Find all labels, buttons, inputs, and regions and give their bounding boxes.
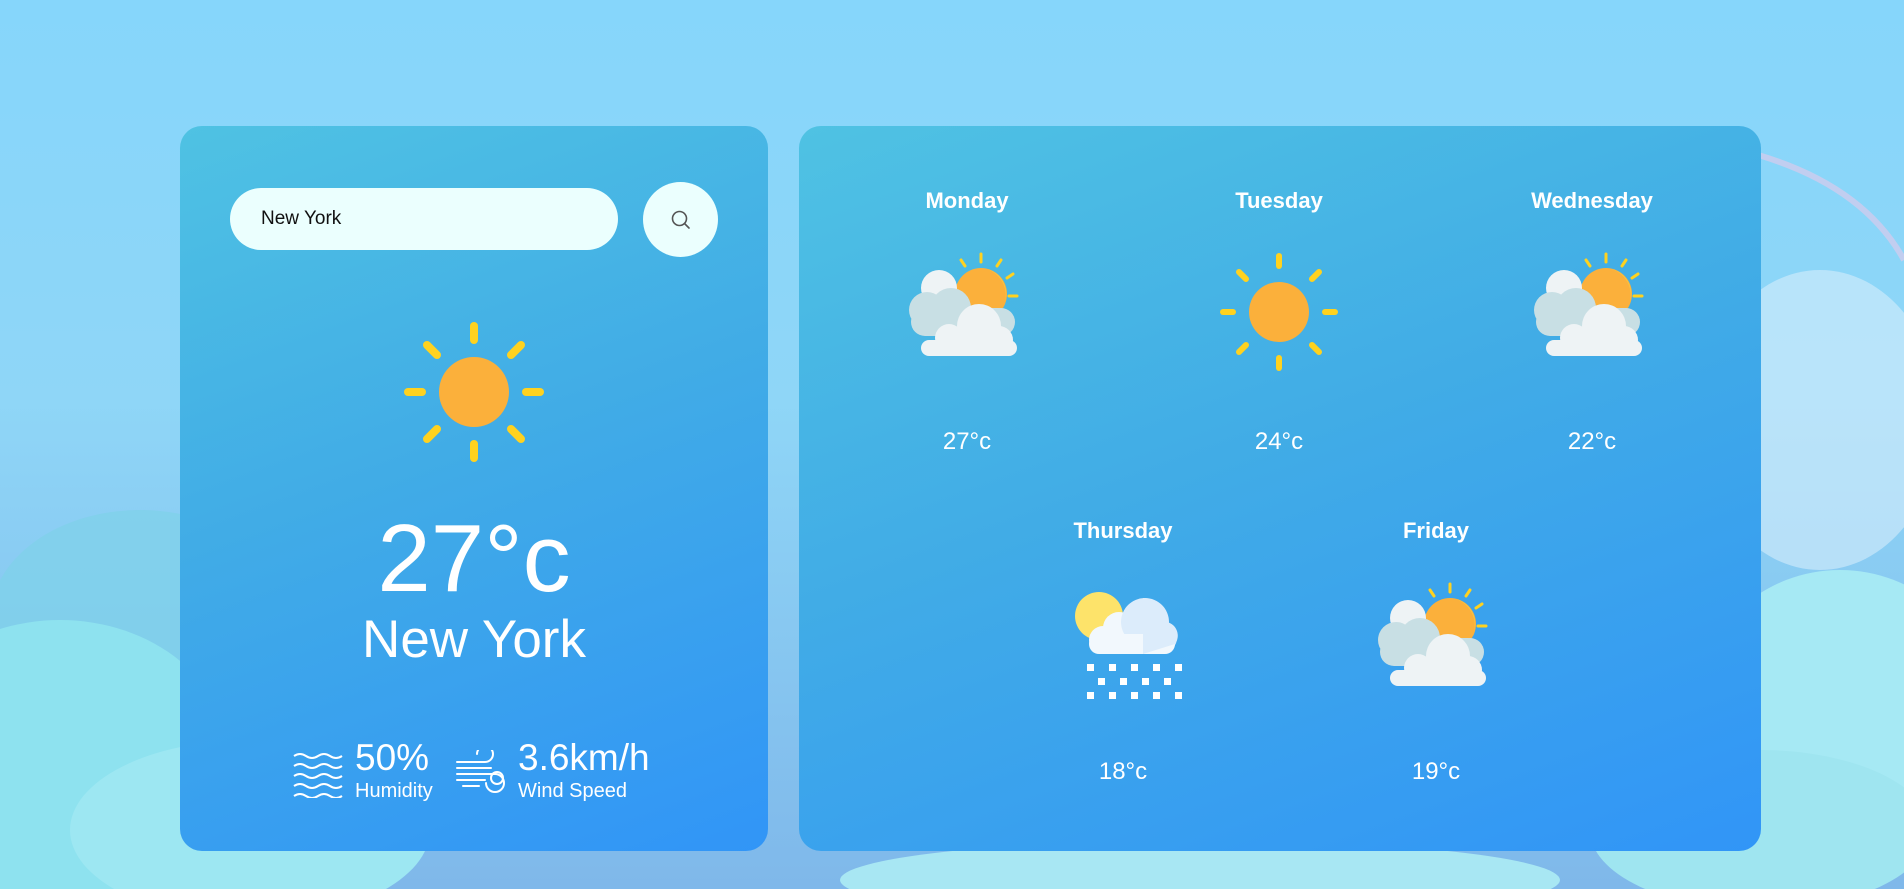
humidity-value: 50% (355, 737, 430, 778)
forecast-temp: 27°c (942, 428, 992, 455)
forecast-day-name: Monday (925, 188, 1009, 213)
forecast-temp: 18°c (1098, 758, 1148, 785)
humidity-label: Humidity (355, 780, 433, 802)
search-button[interactable] (643, 182, 718, 257)
cloudy-sun-icon (1534, 252, 1644, 356)
forecast-day: Monday 27°c (857, 188, 1077, 478)
sun-icon (404, 322, 544, 462)
search-icon (671, 210, 690, 229)
cloudy-sun-icon (1378, 582, 1488, 686)
humidity-icon (293, 753, 343, 798)
wind-value: 3.6km/h (518, 737, 650, 778)
cloudy-sun-icon (909, 252, 1019, 356)
forecast-temp: 22°c (1567, 428, 1617, 455)
current-weather-card: 27°c New York 50% Humidity 3 (180, 126, 768, 851)
current-city: New York (362, 610, 586, 669)
forecast-day-name: Friday (1402, 518, 1470, 543)
forecast-day: Wednesday 22°c (1482, 188, 1702, 478)
forecast-day: Tuesday 24°c (1169, 188, 1389, 478)
forecast-card: Monday 27°c Tuesday 24°c Wednesday 22°c … (799, 126, 1761, 851)
sun-icon (1220, 253, 1338, 371)
wind-label: Wind Speed (518, 780, 627, 802)
forecast-day: Thursday 18°c (1013, 518, 1233, 808)
city-search-input[interactable] (230, 188, 618, 250)
forecast-temp: 19°c (1411, 758, 1461, 785)
forecast-day-name: Wednesday (1531, 188, 1653, 213)
forecast-day-name: Thursday (1073, 518, 1173, 543)
wind-icon (456, 750, 505, 793)
current-temperature: 27°c (377, 505, 571, 612)
snow-cloud-icon (1075, 592, 1182, 699)
forecast-day-name: Tuesday (1235, 188, 1323, 213)
forecast-temp: 24°c (1254, 428, 1304, 455)
forecast-day: Friday 19°c (1326, 518, 1546, 808)
